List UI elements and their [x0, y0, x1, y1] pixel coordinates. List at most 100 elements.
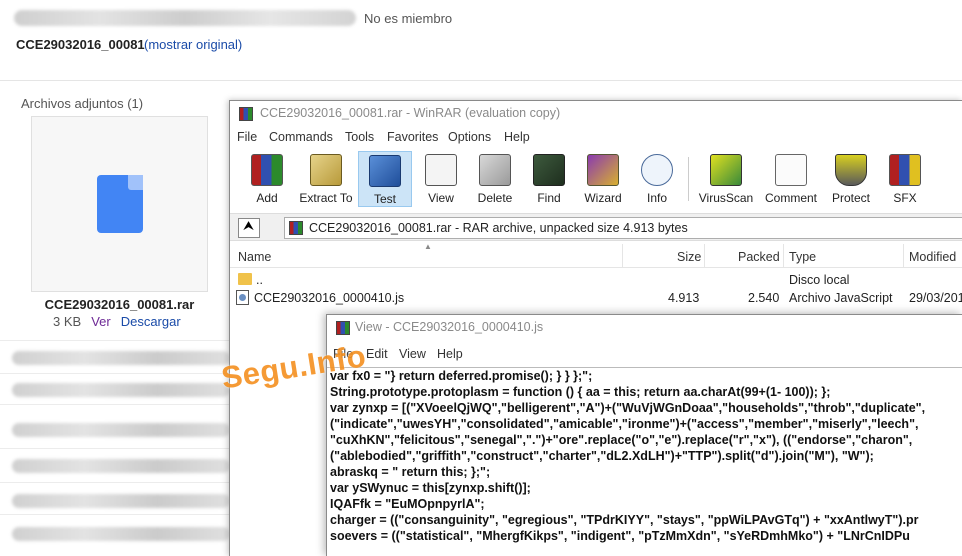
code-line: ("ablebodied","griffith","construct","ch… — [330, 449, 874, 463]
sfx-icon — [889, 154, 921, 186]
sfx-button[interactable]: SFX — [878, 151, 932, 207]
extract-to-button[interactable]: Extract To — [298, 151, 354, 207]
address-bar: CCE29032016_00081.rar - RAR archive, unp… — [230, 213, 962, 241]
divider — [0, 448, 230, 449]
protect-button[interactable]: Protect — [824, 151, 878, 207]
message-row-redacted[interactable] — [12, 459, 230, 473]
column-size[interactable]: Size — [677, 250, 701, 264]
protect-label: Protect — [831, 191, 870, 205]
title-bar[interactable]: CCE29032016_00081.rar - WinRAR (evaluati… — [230, 101, 962, 127]
archive-path-field[interactable]: CCE29032016_00081.rar - RAR archive, unp… — [284, 217, 962, 239]
message-row-redacted[interactable] — [12, 527, 230, 541]
attachment-name: CCE29032016_00081.rar — [44, 297, 195, 312]
code-line: IQAFfk = "EuMOpnpyrlA"; — [330, 497, 485, 511]
column-divider[interactable] — [704, 244, 705, 268]
virusscan-button[interactable]: VirusScan — [696, 151, 756, 207]
delete-label: Delete — [477, 191, 513, 205]
title-bar[interactable]: View - CCE29032016_0000410.js — [327, 315, 962, 341]
menu-bar: File Commands Tools Favorites Options He… — [230, 128, 962, 148]
message-row-redacted[interactable] — [12, 351, 230, 365]
archive-icon — [289, 221, 303, 235]
column-divider[interactable] — [622, 244, 623, 268]
code-line: var fx0 = "} return deferred.promise(); … — [330, 369, 593, 383]
delete-icon — [479, 154, 511, 186]
message-row-redacted[interactable] — [12, 494, 230, 508]
file-row[interactable]: CCE29032016_0000410.js 4.913 2.540 Archi… — [230, 289, 962, 308]
column-divider[interactable] — [783, 244, 784, 268]
menu-help[interactable]: Help — [504, 130, 530, 144]
view-glasses-icon — [425, 154, 457, 186]
toolbar-separator — [688, 157, 689, 201]
document-icon — [97, 175, 143, 233]
code-line: ("indicate","uwesYH","consolidated","ami… — [330, 417, 919, 431]
up-folder-button[interactable] — [238, 218, 260, 238]
view-button[interactable]: View — [414, 151, 468, 207]
file-type: Archivo JavaScript — [789, 291, 893, 305]
attachment-size: 3 KB — [53, 314, 82, 329]
extract-folder-icon — [310, 154, 342, 186]
comment-button[interactable]: Comment — [760, 151, 822, 207]
viewer-menu-edit[interactable]: Edit — [366, 347, 388, 361]
attachments-title: Archivos adjuntos (1) — [21, 96, 144, 111]
mail-header: No es miembro CCE29032016_00081 (mostrar… — [0, 0, 962, 90]
code-line: "cuXhKN","felicitous","senegal",".")+"or… — [330, 433, 913, 447]
code-text-area[interactable]: var fx0 = "} return deferred.promise(); … — [327, 367, 962, 556]
divider — [0, 373, 230, 374]
code-line: charger = (("consanguinity", "egregious"… — [330, 513, 919, 527]
column-packed[interactable]: Packed — [738, 250, 780, 264]
code-line: var ySWynuc = this[zynxp.shift()]; — [330, 481, 531, 495]
folder-up-icon — [238, 273, 252, 285]
file-name: CCE29032016_0000410.js — [254, 291, 405, 305]
message-row-redacted[interactable] — [12, 383, 230, 397]
comment-label: Comment — [764, 191, 817, 205]
download-attachment-link[interactable]: Descargar — [121, 314, 181, 329]
show-original-link[interactable]: (mostrar original) — [144, 37, 242, 52]
virusscan-icon — [710, 154, 742, 186]
winrar-icon — [239, 107, 253, 121]
column-name[interactable]: Name — [238, 250, 271, 264]
divider — [0, 80, 962, 81]
code-line: abraskq = " return this; };"; — [330, 465, 491, 479]
sort-arrow-icon: ▲ — [424, 242, 432, 251]
column-type[interactable]: Type — [789, 250, 816, 264]
binoculars-icon — [533, 154, 565, 186]
code-line: var zynxp = [("XVoeelQjWQ","belligerent"… — [330, 401, 926, 415]
wizard-button[interactable]: Wizard — [576, 151, 630, 207]
viewer-icon — [336, 321, 350, 335]
virusscan-label: VirusScan — [698, 191, 754, 205]
file-name: .. — [256, 273, 263, 287]
info-icon — [641, 154, 673, 186]
test-button[interactable]: Test — [358, 151, 412, 207]
file-list-header: Name Size Packed Type Modified — [230, 244, 962, 268]
info-button[interactable]: Info — [630, 151, 684, 207]
message-row-redacted[interactable] — [12, 423, 230, 437]
mail-subject: CCE29032016_00081 — [16, 37, 145, 52]
menu-commands[interactable]: Commands — [269, 130, 333, 144]
delete-button[interactable]: Delete — [468, 151, 522, 207]
view-label: View — [428, 191, 454, 205]
non-member-label: No es miembro — [364, 11, 453, 26]
viewer-menu-bar: File Edit View Help — [327, 345, 962, 365]
menu-favorites[interactable]: Favorites — [387, 130, 438, 144]
view-attachment-link[interactable]: Ver — [91, 314, 111, 329]
shield-icon — [835, 154, 867, 186]
divider — [0, 404, 230, 405]
menu-options[interactable]: Options — [448, 130, 491, 144]
column-divider[interactable] — [903, 244, 904, 268]
add-label: Add — [256, 191, 278, 205]
menu-tools[interactable]: Tools — [345, 130, 374, 144]
find-button[interactable]: Find — [522, 151, 576, 207]
find-label: Find — [537, 191, 561, 205]
viewer-menu-view[interactable]: View — [399, 347, 426, 361]
menu-file[interactable]: File — [237, 130, 257, 144]
wizard-icon — [587, 154, 619, 186]
file-modified: 29/03/2016 — [909, 291, 962, 305]
attachment-preview[interactable] — [31, 116, 208, 292]
column-modified[interactable]: Modified — [909, 250, 956, 264]
file-row[interactable]: .. Disco local — [230, 271, 962, 290]
add-button[interactable]: Add — [240, 151, 294, 207]
divider — [0, 340, 230, 341]
viewer-menu-help[interactable]: Help — [437, 347, 463, 361]
comment-icon — [775, 154, 807, 186]
archive-path: CCE29032016_00081.rar - RAR archive, unp… — [309, 221, 688, 235]
